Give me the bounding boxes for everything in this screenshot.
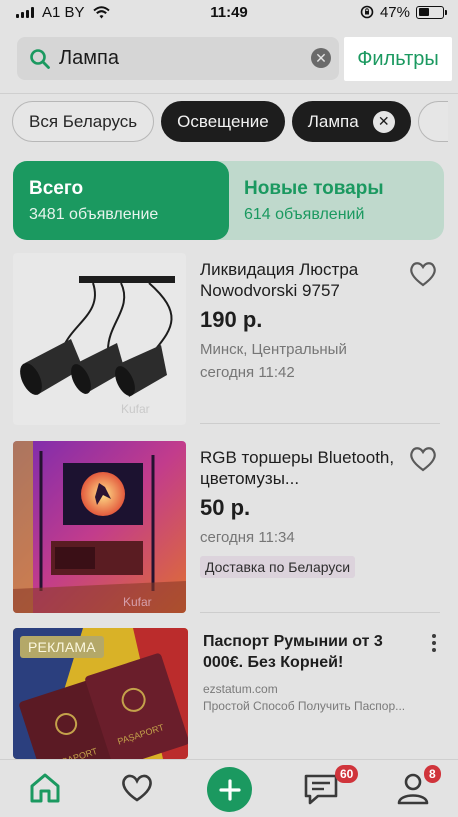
battery-icon: [416, 5, 447, 19]
carrier-label: A1 BY: [42, 3, 85, 21]
chip-label: Освещение: [177, 111, 269, 131]
listing-time: сегодня 11:34: [200, 529, 295, 546]
add-listing-button[interactable]: [207, 767, 252, 812]
ad-domain: ezstatum.com: [203, 682, 278, 696]
filters-button[interactable]: Фильтры: [344, 37, 452, 81]
toggle-all[interactable]: Всего 3481 объявление: [13, 161, 229, 240]
listing-title: Ликвидация Люстра Nowodvorski 9757: [200, 260, 359, 300]
status-right: 47%: [360, 3, 447, 21]
heart-icon[interactable]: [120, 773, 154, 803]
search-bar[interactable]: ✕: [17, 37, 339, 80]
listing-image[interactable]: Kufar: [13, 441, 186, 613]
toggle-all-count: 3481 объявление: [29, 206, 159, 223]
ad-item[interactable]: PAȘAPORT PAȘAPORT РЕКЛАМА Паспорт Румыни…: [0, 628, 458, 759]
plus-icon: [218, 778, 241, 801]
kebab-menu-icon[interactable]: [432, 634, 436, 652]
header-divider: [0, 93, 458, 94]
status-time: 11:49: [210, 3, 248, 21]
toggle-new-title: Новые товары: [244, 178, 384, 199]
battery-fill: [418, 8, 430, 16]
clear-icon[interactable]: ✕: [311, 48, 331, 68]
listing-price: 190 р.: [200, 307, 263, 332]
search-input[interactable]: [59, 47, 289, 70]
wifi-icon: [92, 5, 110, 18]
listing-price: 50 р.: [200, 495, 251, 520]
chip-more[interactable]: [417, 101, 448, 142]
heart-icon[interactable]: [408, 260, 438, 288]
divider: [200, 612, 440, 613]
bottom-nav: 60 8: [0, 759, 458, 817]
home-icon[interactable]: [28, 772, 62, 804]
close-icon[interactable]: ✕: [372, 110, 395, 133]
chip-region[interactable]: Вся Беларусь: [12, 101, 155, 142]
search-icon: [30, 48, 50, 69]
divider: [200, 423, 440, 424]
profile-nav[interactable]: 8: [396, 765, 446, 812]
ad-info: Паспорт Румынии от 3 000€. Без Корней! e…: [203, 631, 405, 713]
heart-icon[interactable]: [408, 445, 438, 473]
listing-title: RGB торшеры Bluetooth, цветомузы...: [200, 448, 395, 488]
toggle-all-title: Всего: [29, 178, 84, 199]
chip-category[interactable]: Освещение: [161, 101, 285, 142]
delivery-badge: Доставка по Беларуси: [200, 556, 356, 578]
status-left: A1 BY: [16, 4, 110, 21]
chip-query[interactable]: Лампа ✕: [291, 101, 411, 142]
listing-info: Ликвидация Люстра Nowodvorski 9757 190 р…: [200, 259, 395, 383]
filter-chips: Вся Беларусь Освещение Лампа ✕: [12, 101, 448, 142]
watermark: Kufar: [121, 402, 150, 416]
watermark: Kufar: [123, 595, 152, 609]
chip-label: Лампа: [307, 111, 359, 131]
rgb-lamp-image: Kufar: [13, 441, 186, 613]
ad-image[interactable]: PAȘAPORT PAȘAPORT РЕКЛАМА: [13, 628, 188, 759]
ad-text: Простой Способ Получить Паспор...: [203, 699, 406, 713]
listing-location: Минск, Центральный: [200, 341, 347, 358]
messages-count: 60: [335, 765, 359, 783]
chandelier-image: Kufar: [20, 276, 175, 416]
chat-icon: [304, 774, 338, 805]
listing-item[interactable]: Kufar Ликвидация Люстра Nowodvorski 9757…: [0, 253, 458, 428]
listing-info: RGB торшеры Bluetooth, цветомузы... 50 р…: [200, 447, 395, 578]
ad-title: Паспорт Румынии от 3 000€. Без Корней!: [203, 633, 383, 671]
signal-icon: [16, 6, 34, 18]
search-header: ✕ Фильтры: [0, 24, 458, 94]
toggle-new[interactable]: Новые товары 614 объявлений: [244, 161, 384, 240]
listing-image[interactable]: Kufar: [13, 253, 186, 425]
status-bar: A1 BY 11:49 47%: [0, 0, 458, 24]
orientation-lock-icon: [360, 5, 374, 19]
chip-label: Вся Беларусь: [29, 111, 138, 131]
profile-count: 8: [424, 765, 441, 783]
listing-item[interactable]: Kufar RGB торшеры Bluetooth, цветомузы..…: [0, 441, 458, 616]
messages-nav[interactable]: 60: [303, 765, 363, 812]
listing-toggle: Всего 3481 объявление Новые товары 614 о…: [13, 161, 444, 240]
ad-label: РЕКЛАМА: [20, 636, 104, 658]
toggle-new-count: 614 объявлений: [244, 206, 365, 223]
listing-time: сегодня 11:42: [200, 364, 295, 381]
battery-percent: 47%: [379, 3, 410, 21]
